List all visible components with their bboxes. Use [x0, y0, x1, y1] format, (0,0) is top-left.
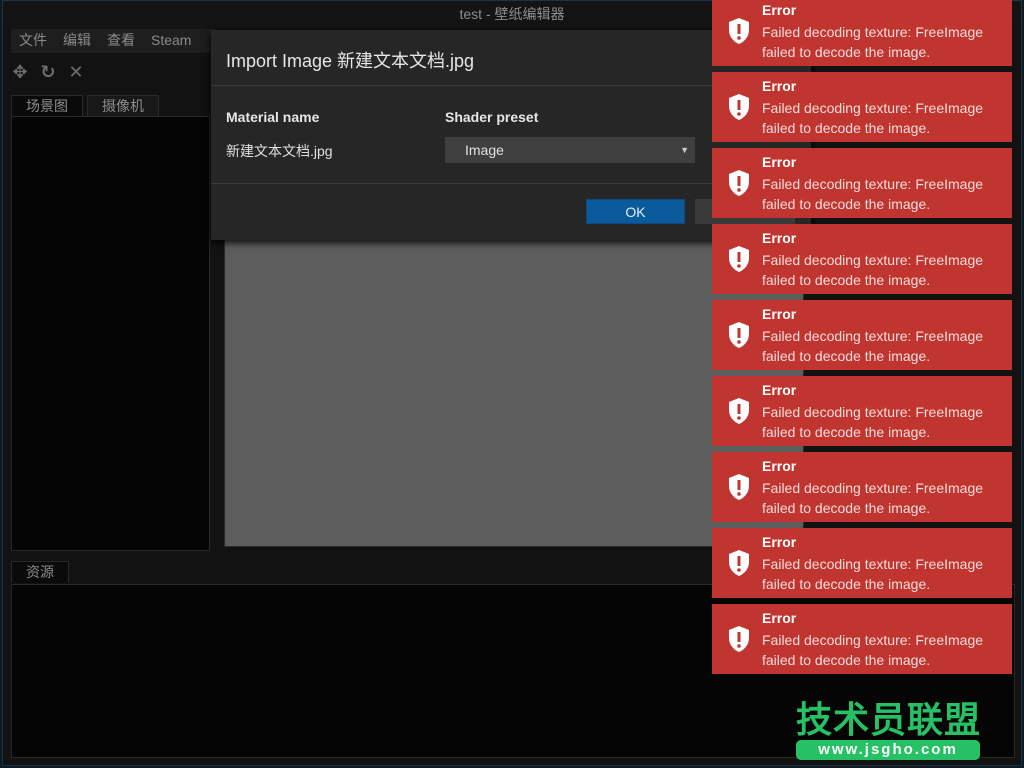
- toast-message: Failed decoding texture: FreeImage faile…: [762, 328, 984, 364]
- scene-graph-panel: [11, 116, 210, 551]
- menu-view[interactable]: 查看: [99, 29, 143, 53]
- menu-file[interactable]: 文件: [11, 29, 55, 53]
- toast-message: Failed decoding texture: FreeImage faile…: [762, 632, 984, 668]
- error-toast[interactable]: Error Failed decoding texture: FreeImage …: [712, 0, 1012, 66]
- toast-title: Error: [762, 382, 797, 398]
- tab-assets[interactable]: 资源: [11, 561, 69, 583]
- toast-message: Failed decoding texture: FreeImage faile…: [762, 480, 984, 516]
- material-name-label: Material name: [226, 109, 320, 125]
- menu-edit[interactable]: 编辑: [55, 29, 99, 53]
- toast-message: Failed decoding texture: FreeImage faile…: [762, 100, 984, 136]
- toast-title: Error: [762, 306, 797, 322]
- chevron-down-icon: ▼: [680, 145, 689, 155]
- watermark-logo: 技术员联盟 www.jsgho.com: [796, 700, 981, 760]
- move-icon[interactable]: ✥: [11, 62, 29, 83]
- toast-title: Error: [762, 230, 797, 246]
- toast-message: Failed decoding texture: FreeImage faile…: [762, 556, 984, 592]
- toast-message: Failed decoding texture: FreeImage faile…: [762, 176, 984, 212]
- error-toast[interactable]: Error Failed decoding texture: FreeImage …: [712, 224, 1012, 294]
- rotate-icon[interactable]: ↻: [39, 62, 57, 83]
- shield-alert-icon: [729, 322, 749, 348]
- tab-camera[interactable]: 摄像机: [87, 95, 159, 117]
- error-toast[interactable]: Error Failed decoding texture: FreeImage …: [712, 452, 1012, 522]
- toast-title: Error: [762, 458, 797, 474]
- error-toast[interactable]: Error Failed decoding texture: FreeImage …: [712, 72, 1012, 142]
- toast-message: Failed decoding texture: FreeImage faile…: [762, 24, 984, 60]
- toast-title: Error: [762, 534, 797, 550]
- error-toast[interactable]: Error Failed decoding texture: FreeImage …: [712, 376, 1012, 446]
- shader-preset-select[interactable]: Image ▼: [445, 137, 695, 163]
- toast-title: Error: [762, 610, 797, 626]
- toast-title: Error: [762, 154, 797, 170]
- shield-alert-icon: [729, 246, 749, 272]
- shield-alert-icon: [729, 550, 749, 576]
- error-toast[interactable]: Error Failed decoding texture: FreeImage …: [712, 148, 1012, 218]
- watermark-text: 技术员联盟: [796, 699, 982, 740]
- toast-title: Error: [762, 2, 797, 18]
- left-tabs: 场景图 摄像机: [11, 95, 159, 117]
- menu-steam[interactable]: Steam: [143, 29, 199, 53]
- shield-alert-icon: [729, 474, 749, 500]
- error-toast[interactable]: Error Failed decoding texture: FreeImage …: [712, 604, 1012, 674]
- toast-title: Error: [762, 78, 797, 94]
- tab-scene-graph[interactable]: 场景图: [11, 95, 83, 117]
- watermark-url: www.jsgho.com: [796, 740, 980, 760]
- shield-alert-icon: [729, 398, 749, 424]
- error-toast[interactable]: Error Failed decoding texture: FreeImage …: [712, 528, 1012, 598]
- toast-message: Failed decoding texture: FreeImage faile…: [762, 404, 984, 440]
- shield-alert-icon: [729, 94, 749, 120]
- toast-message: Failed decoding texture: FreeImage faile…: [762, 252, 984, 288]
- shield-alert-icon: [729, 170, 749, 196]
- ok-button[interactable]: OK: [586, 199, 685, 224]
- shield-alert-icon: [729, 18, 749, 44]
- toolbar: ✥ ↻ ✕: [11, 62, 85, 83]
- shader-preset-label: Shader preset: [445, 109, 539, 125]
- shader-preset-value: Image: [465, 142, 504, 158]
- error-toast[interactable]: Error Failed decoding texture: FreeImage …: [712, 300, 1012, 370]
- scale-icon[interactable]: ✕: [67, 62, 85, 83]
- material-name-value: 新建文本文档.jpg: [226, 143, 333, 159]
- menu-bar: 文件 编辑 查看 Steam: [11, 29, 216, 53]
- shield-alert-icon: [729, 626, 749, 652]
